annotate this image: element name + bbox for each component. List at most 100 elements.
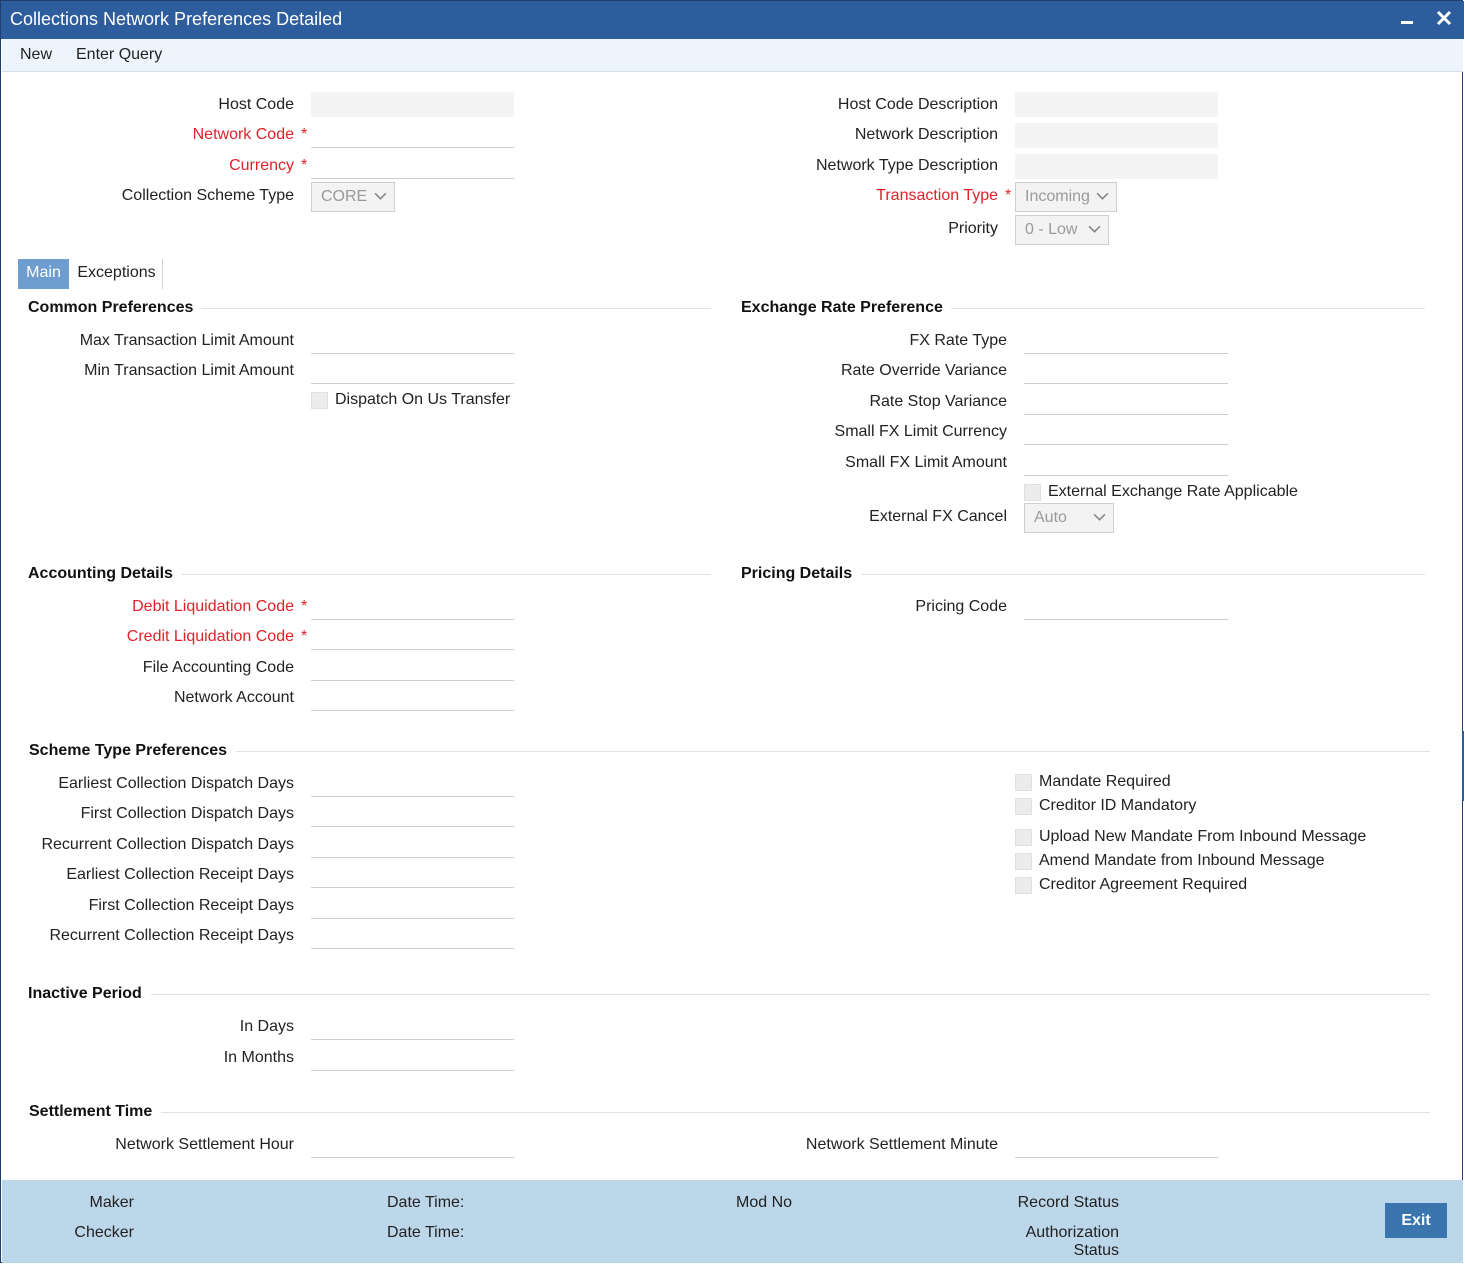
menu-new[interactable]: New: [20, 46, 52, 64]
credit-liquidation-code-field[interactable]: [311, 625, 514, 650]
network-account-field[interactable]: [311, 686, 514, 711]
earliest-receipt-days-label: Earliest Collection Receipt Days: [66, 866, 294, 883]
max-transaction-limit-field[interactable]: [311, 329, 514, 354]
transaction-type-select[interactable]: Incoming: [1015, 182, 1117, 212]
settlement-time-heading: Settlement Time: [29, 1103, 153, 1120]
network-settlement-hour-label: Network Settlement Hour: [115, 1136, 294, 1153]
external-exchange-rate-checkbox[interactable]: [1024, 484, 1041, 501]
mandate-required-checkbox[interactable]: [1015, 774, 1032, 791]
section-divider: [181, 574, 711, 575]
external-fx-cancel-value: Auto: [1034, 509, 1067, 526]
required-mark: *: [1005, 187, 1012, 204]
menu-enter-query[interactable]: Enter Query: [76, 46, 162, 64]
host-code-description-field[interactable]: [1015, 92, 1218, 117]
earliest-receipt-days-field[interactable]: [311, 863, 514, 888]
creditor-agreement-required-label: Creditor Agreement Required: [1039, 876, 1248, 893]
close-icon[interactable]: [1431, 7, 1457, 33]
network-description-field[interactable]: [1015, 123, 1218, 148]
small-fx-limit-amount-field[interactable]: [1024, 451, 1228, 476]
host-code-description-label: Host Code Description: [837, 96, 998, 113]
fx-rate-type-label: FX Rate Type: [909, 332, 1007, 349]
dispatch-on-us-label: Dispatch On Us Transfer: [335, 391, 511, 408]
network-settlement-hour-field[interactable]: [311, 1133, 514, 1158]
currency-label: Currency: [229, 157, 294, 174]
amend-mandate-label: Amend Mandate from Inbound Message: [1039, 852, 1325, 869]
recurrent-dispatch-days-field[interactable]: [311, 833, 514, 858]
amend-mandate-checkbox[interactable]: [1015, 853, 1032, 870]
file-accounting-code-field[interactable]: [311, 656, 514, 681]
pricing-details-heading: Pricing Details: [741, 565, 853, 582]
pricing-code-field[interactable]: [1024, 595, 1228, 620]
first-receipt-days-field[interactable]: [311, 894, 514, 919]
in-days-label: In Days: [239, 1018, 294, 1035]
pricing-code-label: Pricing Code: [915, 598, 1007, 615]
debit-liquidation-code-field[interactable]: [311, 595, 514, 620]
rate-stop-variance-field[interactable]: [1024, 390, 1228, 415]
section-divider: [951, 308, 1425, 309]
title-bar: Collections Network Preferences Detailed: [1, 1, 1464, 39]
accounting-details-heading: Accounting Details: [28, 565, 173, 582]
collection-scheme-type-value: CORE: [321, 188, 368, 205]
audit-footer: [2, 1180, 1463, 1263]
collection-scheme-type-select[interactable]: CORE: [311, 182, 395, 212]
record-status-label: Record Status: [1017, 1194, 1119, 1211]
creditor-id-mandatory-checkbox[interactable]: [1015, 798, 1032, 815]
recurrent-receipt-days-field[interactable]: [311, 924, 514, 949]
network-description-label: Network Description: [854, 126, 998, 143]
mandate-required-label: Mandate Required: [1039, 773, 1171, 790]
first-dispatch-days-field[interactable]: [311, 802, 514, 827]
section-divider: [161, 1112, 1430, 1113]
network-code-label: Network Code: [192, 126, 294, 143]
credit-liquidation-code-label: Credit Liquidation Code: [126, 628, 294, 645]
external-fx-cancel-select[interactable]: Auto: [1024, 503, 1114, 533]
earliest-dispatch-days-field[interactable]: [311, 772, 514, 797]
creditor-agreement-required-checkbox[interactable]: [1015, 877, 1032, 894]
host-code-field[interactable]: [311, 92, 514, 117]
upload-new-mandate-label: Upload New Mandate From Inbound Message: [1039, 828, 1367, 845]
common-preferences-heading: Common Preferences: [28, 299, 194, 316]
dispatch-on-us-checkbox[interactable]: [311, 392, 328, 409]
host-code-label: Host Code: [218, 96, 294, 113]
authorization-status-label-line2: Status: [1073, 1242, 1119, 1259]
network-account-label: Network Account: [173, 689, 294, 706]
priority-label: Priority: [948, 220, 998, 237]
currency-field[interactable]: [311, 154, 514, 179]
window-title: Collections Network Preferences Detailed: [10, 9, 343, 29]
network-type-description-field[interactable]: [1015, 154, 1218, 179]
in-days-field[interactable]: [311, 1015, 514, 1040]
checker-date-time-label: Date Time:: [387, 1224, 465, 1241]
file-accounting-code-label: File Accounting Code: [142, 659, 294, 676]
rate-override-variance-label: Rate Override Variance: [841, 362, 1007, 379]
tab-exceptions[interactable]: Exceptions: [71, 259, 163, 289]
section-divider: [201, 308, 711, 309]
collection-scheme-type-label: Collection Scheme Type: [121, 187, 294, 204]
min-transaction-limit-label: Min Transaction Limit Amount: [84, 362, 294, 379]
earliest-dispatch-days-label: Earliest Collection Dispatch Days: [58, 775, 294, 792]
small-fx-limit-currency-field[interactable]: [1024, 420, 1228, 445]
menu-bar: New Enter Query: [2, 39, 1463, 72]
min-transaction-limit-field[interactable]: [311, 359, 514, 384]
tab-main[interactable]: Main: [18, 259, 69, 289]
exchange-rate-heading: Exchange Rate Preference: [741, 299, 943, 316]
rate-override-variance-field[interactable]: [1024, 359, 1228, 384]
window: Collections Network Preferences Detailed…: [0, 0, 1464, 1263]
exit-button[interactable]: Exit: [1385, 1203, 1447, 1238]
required-mark: *: [301, 628, 308, 645]
in-months-field[interactable]: [311, 1046, 514, 1071]
first-receipt-days-label: First Collection Receipt Days: [88, 897, 294, 914]
section-divider: [151, 994, 1430, 995]
upload-new-mandate-checkbox[interactable]: [1015, 829, 1032, 846]
in-months-label: In Months: [223, 1049, 294, 1066]
recurrent-receipt-days-label: Recurrent Collection Receipt Days: [49, 927, 294, 944]
section-divider: [861, 574, 1425, 575]
priority-select[interactable]: 0 - Low: [1015, 215, 1109, 245]
required-mark: *: [301, 598, 308, 615]
fx-rate-type-field[interactable]: [1024, 329, 1228, 354]
network-code-field[interactable]: [311, 123, 514, 148]
chevron-down-icon: [1088, 225, 1101, 233]
external-fx-cancel-label: External FX Cancel: [869, 508, 1007, 525]
minimize-icon[interactable]: [1394, 7, 1420, 33]
checker-label: Checker: [74, 1224, 134, 1241]
network-settlement-minute-field[interactable]: [1015, 1133, 1218, 1158]
required-mark: *: [301, 157, 308, 174]
